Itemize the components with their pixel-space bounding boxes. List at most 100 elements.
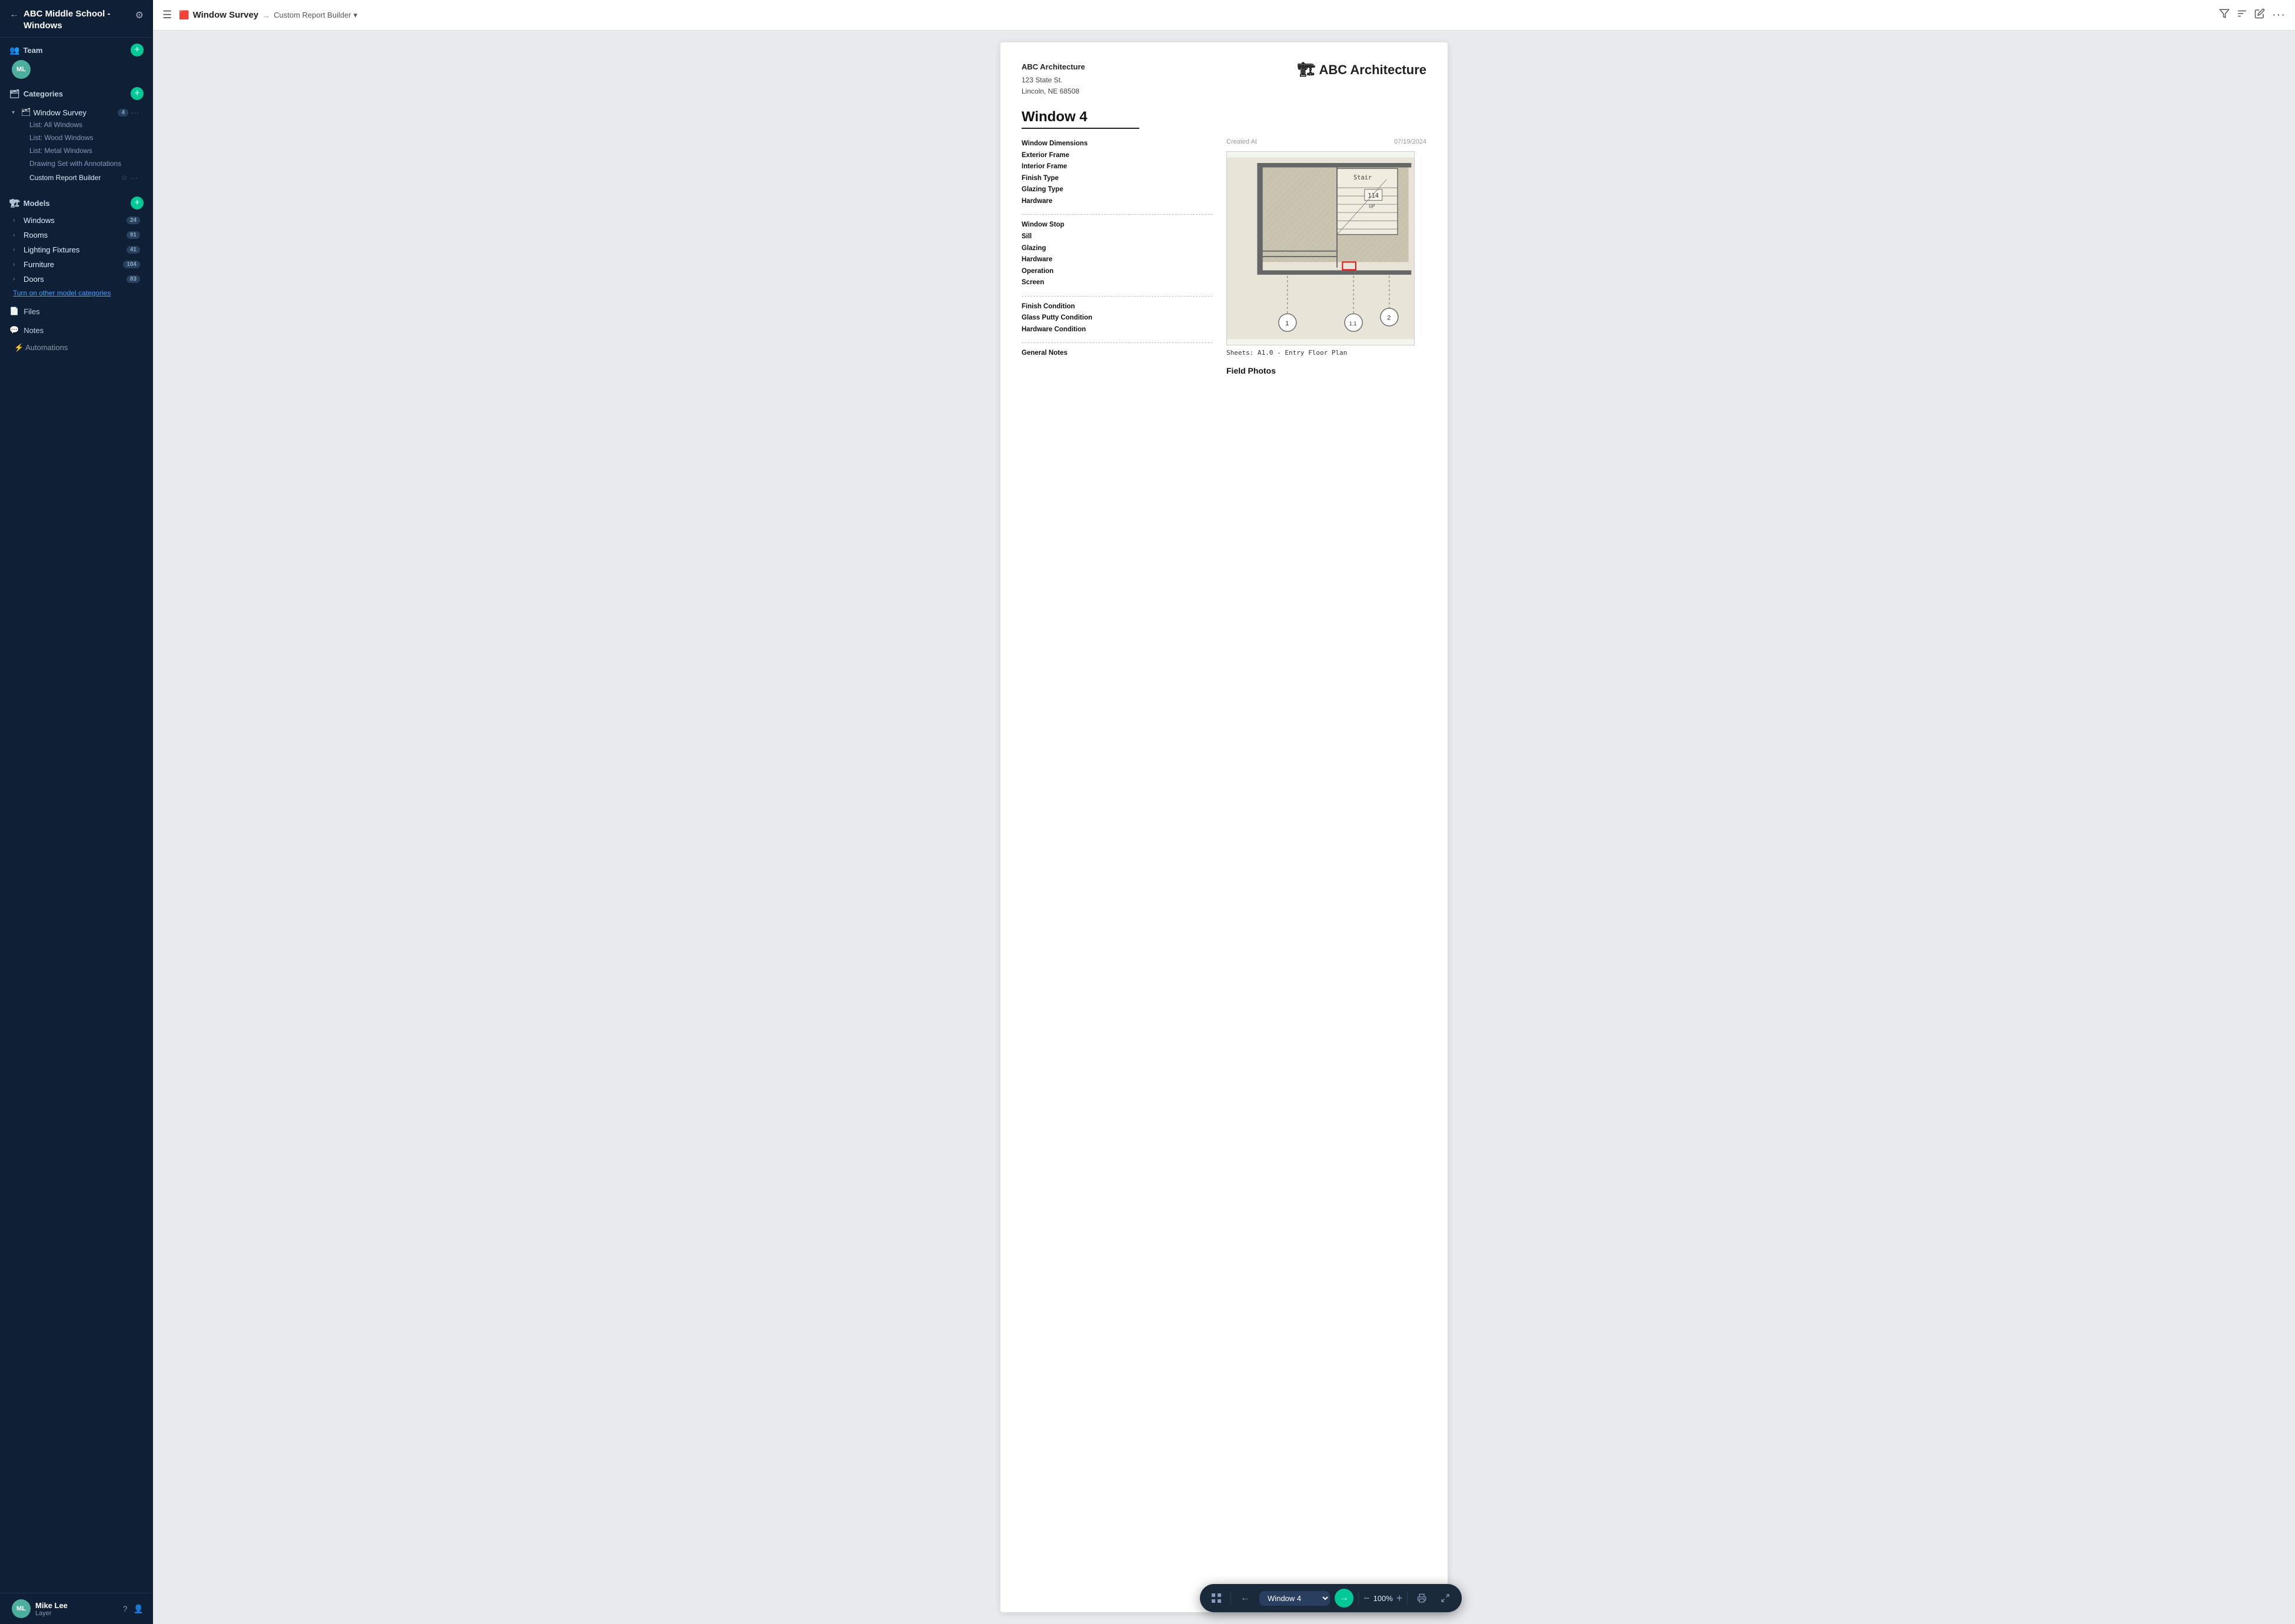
svg-text:Stair: Stair: [1353, 174, 1372, 181]
help-button[interactable]: ?: [123, 1604, 128, 1614]
nav-divider-3: [1407, 1591, 1408, 1605]
field-group-3: Finish Condition Glass Putty Condition H…: [1022, 301, 1212, 336]
field-group-1: Window Dimensions Exterior Frame Interio…: [1022, 138, 1212, 207]
bottom-nav: ← Window 4 → − 100% +: [1200, 1584, 1462, 1612]
team-title: 👥 Team: [9, 45, 42, 55]
user-role: Layer: [35, 1610, 118, 1617]
zoom-out-button[interactable]: −: [1363, 1592, 1370, 1605]
model-badge-rooms: 91: [127, 231, 140, 239]
company-logo: 🏗 ABC Architecture: [1298, 61, 1426, 78]
expand-button[interactable]: [1436, 1589, 1455, 1608]
chevron-icon: ›: [13, 261, 20, 268]
grid-button[interactable]: [1207, 1589, 1226, 1608]
report-left: Window Dimensions Exterior Frame Interio…: [1022, 138, 1212, 375]
models-icon: 🏗: [9, 198, 20, 208]
menu-button[interactable]: ☰: [162, 9, 172, 21]
field-photos-title: Field Photos: [1226, 366, 1426, 375]
breadcrumb: 🟥 Window Survey → Custom Report Builder …: [179, 10, 2214, 20]
model-badge-lighting: 41: [127, 246, 140, 254]
custom-report-row[interactable]: Custom Report Builder ☆ ···: [26, 170, 141, 185]
sidebar: ← ABC Middle School - Windows ⚙ 👥 Team +…: [0, 0, 153, 1624]
category-badge-window-survey: 4: [118, 109, 128, 117]
zoom-controls: − 100% +: [1363, 1592, 1402, 1605]
field-general-notes: General Notes: [1022, 348, 1212, 360]
custom-report-menu-icon[interactable]: ···: [130, 174, 138, 182]
field-glazing-type: Glazing Type: [1022, 184, 1212, 196]
logo-text: ABC Architecture: [1319, 62, 1426, 78]
dropdown-icon: ▾: [354, 11, 358, 20]
notes-label: Notes: [24, 326, 44, 335]
chevron-down-icon: ▾: [12, 109, 19, 116]
zoom-label: 100%: [1373, 1594, 1393, 1603]
add-team-button[interactable]: +: [131, 44, 144, 56]
more-button[interactable]: ···: [2272, 8, 2286, 22]
zoom-in-button[interactable]: +: [1396, 1592, 1403, 1605]
automations-icon: ⚡: [14, 343, 24, 352]
models-title: 🏗 Models: [9, 198, 50, 208]
team-section-header: 👥 Team +: [9, 44, 144, 56]
user-avatar: ML: [12, 1599, 31, 1618]
user-actions: ? 👤: [123, 1604, 144, 1614]
category-menu-window-survey[interactable]: ···: [131, 108, 139, 117]
company-address-line2: Lincoln, NE 68508: [1022, 86, 1085, 97]
report-area: ABC Architecture 123 State St. Lincoln, …: [153, 31, 2295, 1624]
main-content: ☰ 🟥 Window Survey → Custom Report Builde…: [153, 0, 2295, 1624]
svg-text:1.1: 1.1: [1349, 321, 1357, 327]
model-furniture[interactable]: › Furniture 104: [9, 257, 144, 272]
profile-button[interactable]: 👤: [134, 1604, 144, 1614]
subitem-all-windows[interactable]: List: All Windows: [26, 118, 141, 131]
custom-report-label: Custom Report Builder: [29, 174, 118, 182]
subitem-drawing-set[interactable]: Drawing Set with Annotations: [26, 157, 141, 170]
category-row-window-survey[interactable]: ▾ 🗂 Window Survey 4 ···: [9, 107, 141, 118]
field-sill: Sill: [1022, 231, 1212, 243]
created-at-value: 07/19/2024: [1394, 138, 1426, 145]
sidebar-header-left: ← ABC Middle School - Windows: [9, 8, 135, 31]
chevron-icon: ›: [13, 217, 20, 224]
filter-button[interactable]: [2219, 8, 2230, 22]
field-hardware-condition: Hardware Condition: [1022, 324, 1212, 336]
model-windows[interactable]: › Windows 24: [9, 213, 144, 228]
print-button[interactable]: [1412, 1589, 1431, 1608]
sub-items-window-survey: List: All Windows List: Wood Windows Lis…: [9, 118, 141, 185]
notes-nav-item[interactable]: 💬 Notes: [0, 321, 153, 340]
nav-divider: [1230, 1591, 1231, 1605]
add-category-button[interactable]: +: [131, 87, 144, 100]
model-badge-windows: 24: [127, 217, 140, 224]
star-icon[interactable]: ☆: [121, 173, 128, 182]
models-label: Models: [24, 199, 50, 208]
model-name-windows: Windows: [24, 216, 123, 225]
field-divider-2: [1022, 296, 1212, 297]
categories-icon: 🗂: [9, 89, 20, 99]
sort-button[interactable]: [2237, 8, 2247, 22]
turn-on-categories-link[interactable]: Turn on other model categories: [9, 287, 144, 299]
team-icon: 👥: [9, 45, 19, 55]
project-title: ABC Middle School - Windows: [24, 8, 135, 31]
subitem-metal-windows[interactable]: List: Metal Windows: [26, 144, 141, 157]
report-paper: ABC Architecture 123 State St. Lincoln, …: [1000, 42, 1448, 1612]
settings-button[interactable]: ⚙: [135, 9, 144, 21]
files-nav-item[interactable]: 📄 Files: [0, 302, 153, 321]
field-finish-type: Finish Type: [1022, 173, 1212, 185]
field-exterior-frame: Exterior Frame: [1022, 150, 1212, 162]
back-button[interactable]: ←: [9, 9, 19, 20]
model-badge-furniture: 104: [123, 261, 140, 268]
field-group-2: Window Stop Sill Glazing Hardware Operat…: [1022, 219, 1212, 288]
edit-button[interactable]: [2254, 8, 2265, 22]
next-button[interactable]: →: [1335, 1589, 1353, 1608]
model-doors[interactable]: › Doors 83: [9, 272, 144, 287]
user-info: Mike Lee Layer: [35, 1601, 118, 1617]
category-window-survey: ▾ 🗂 Window Survey 4 ··· List: All Window…: [9, 104, 144, 188]
sheets-label: Sheets: A1.0 - Entry Floor Plan: [1226, 349, 1426, 357]
window-selector[interactable]: Window 4: [1259, 1591, 1330, 1606]
team-section: 👥 Team + ML: [0, 38, 153, 81]
model-lighting[interactable]: › Lighting Fixtures 41: [9, 242, 144, 257]
breadcrumb-sub[interactable]: Custom Report Builder ▾: [274, 11, 357, 20]
model-rooms[interactable]: › Rooms 91: [9, 228, 144, 242]
prev-button[interactable]: ←: [1236, 1589, 1255, 1608]
notes-icon: 💬: [9, 325, 19, 335]
categories-title: 🗂 Categories: [9, 89, 63, 99]
automations-nav-item[interactable]: ⚡ Automations: [0, 340, 153, 356]
svg-text:1: 1: [1285, 320, 1289, 327]
add-model-button[interactable]: +: [131, 197, 144, 209]
subitem-wood-windows[interactable]: List: Wood Windows: [26, 131, 141, 144]
